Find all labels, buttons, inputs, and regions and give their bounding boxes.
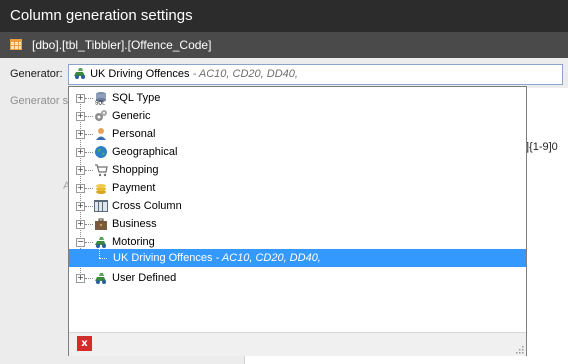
generic-icon (95, 110, 107, 121)
tree-item-label: Cross Column (112, 200, 182, 212)
column-path: [dbo].[tbl_Tibbler].[Offence_Code] (32, 38, 212, 52)
dropdown-footer: x (69, 332, 526, 356)
tree-item-label: Generic (112, 110, 151, 122)
user-defined-icon (95, 273, 106, 284)
tree-item-generic[interactable]: + Generic (69, 107, 526, 125)
tree-item-cross-column[interactable]: + Cross Column (69, 197, 526, 215)
close-button[interactable]: x (77, 336, 92, 351)
expand-icon[interactable]: + (76, 94, 85, 103)
generator-tree[interactable]: + SQL SQL Type + Generic + Personal + Ge… (69, 87, 526, 332)
column-path-bar: [dbo].[tbl_Tibbler].[Offence_Code] (0, 32, 568, 58)
sql-type-icon: SQL (95, 92, 106, 106)
expand-icon[interactable]: + (76, 220, 85, 229)
expand-icon[interactable]: + (76, 166, 85, 175)
tree-item-label: Motoring (112, 236, 155, 248)
tree-item-label: Geographical (112, 146, 178, 158)
tree-item-label: Business (112, 218, 157, 230)
generator-dropdown[interactable]: + SQL SQL Type + Generic + Personal + Ge… (68, 86, 527, 356)
expand-icon[interactable]: + (76, 130, 85, 139)
tree-item-label: Payment (112, 182, 156, 194)
generator-settings-label: Generator s (10, 95, 69, 107)
tree-item-shopping[interactable]: + Shopping (69, 161, 526, 179)
selected-item-description: - AC10, CD20, DD40, (212, 252, 321, 264)
cross-column-icon (94, 200, 108, 212)
generator-label: Generator: (10, 68, 63, 80)
selected-item-label: UK Driving Offences (113, 252, 213, 264)
collapse-icon[interactable]: − (76, 238, 85, 247)
person-icon (96, 128, 106, 140)
generator-value: UK Driving Offences (90, 68, 190, 80)
tree-item-label: User Defined (112, 272, 177, 284)
tree-item-label: Shopping (112, 164, 159, 176)
svg-text:SQL: SQL (95, 101, 105, 106)
resize-grip-icon[interactable] (514, 344, 524, 354)
expand-icon[interactable]: + (76, 202, 85, 211)
shopping-cart-icon (95, 164, 108, 177)
tree-item-sql-type[interactable]: + SQL SQL Type (69, 89, 526, 107)
tree-item-geographical[interactable]: + Geographical (69, 143, 526, 161)
window-title: Column generation settings (0, 0, 568, 32)
motoring-icon (74, 67, 85, 79)
preview-text: ]{1-9]0 (526, 141, 558, 153)
tree-item-user-defined[interactable]: + User Defined (69, 269, 526, 287)
tree-item-label: Personal (112, 128, 156, 140)
generator-description: - AC10, CD20, DD40, (189, 68, 298, 80)
table-icon (10, 39, 22, 51)
tree-item-business[interactable]: + Business (69, 215, 526, 233)
tree-item-personal[interactable]: + Personal (69, 125, 526, 143)
generator-combobox[interactable]: UK Driving Offences - AC10, CD20, DD40, (68, 64, 563, 85)
briefcase-icon (95, 218, 107, 230)
expand-icon[interactable]: + (76, 184, 85, 193)
coins-icon (96, 184, 106, 194)
expand-icon[interactable]: + (76, 274, 85, 283)
motoring-icon (95, 237, 106, 248)
expand-icon[interactable]: + (76, 112, 85, 121)
tree-item-uk-driving-offences[interactable]: UK Driving Offences - AC10, CD20, DD40, (69, 249, 526, 267)
tree-item-payment[interactable]: + Payment (69, 179, 526, 197)
globe-icon (95, 146, 107, 158)
tree-item-label: SQL Type (112, 92, 161, 104)
expand-icon[interactable]: + (76, 148, 85, 157)
